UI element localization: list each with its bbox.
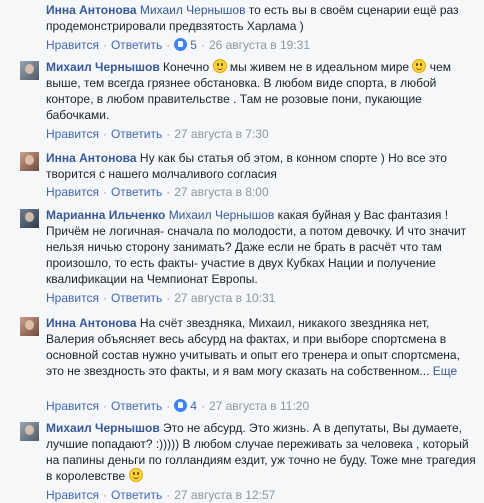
comment-body: Инна Антонова Михаил Чернышов то есть вы… bbox=[46, 2, 476, 34]
timestamp[interactable]: 26 августа в 19:31 bbox=[209, 38, 310, 52]
like-button[interactable]: Нравится bbox=[46, 127, 99, 141]
like-button[interactable]: Нравится bbox=[46, 291, 99, 305]
avatar[interactable] bbox=[20, 61, 39, 80]
smile-emoji-icon bbox=[412, 59, 427, 73]
timestamp[interactable]: 27 августа в 11:20 bbox=[209, 399, 309, 413]
like-count[interactable]: 4 bbox=[174, 399, 197, 413]
mention-link[interactable]: Михаил Чернышов bbox=[169, 208, 275, 222]
timestamp[interactable]: 27 августа в 12:57 bbox=[174, 488, 275, 502]
avatar[interactable] bbox=[20, 317, 39, 336]
comment-author[interactable]: Инна Антонова bbox=[46, 151, 137, 165]
comment-actions: Нравится · Ответить · 5 · 26 августа в 19:31 bbox=[46, 38, 311, 52]
comment-body: Михаил Чернышов Конечно мы живем не в ид… bbox=[46, 59, 476, 123]
avatar[interactable] bbox=[20, 422, 39, 441]
comment-actions: Нравится · Ответить · 27 августа в 12:57 bbox=[46, 488, 276, 502]
comment-body: Инна Антонова На счёт звездняка, Михаил,… bbox=[46, 315, 476, 379]
comment-author[interactable]: Михаил Чернышов bbox=[46, 60, 160, 74]
timestamp[interactable]: 27 августа в 7:30 bbox=[174, 127, 268, 141]
like-button[interactable]: Нравится bbox=[46, 185, 99, 199]
timestamp[interactable]: 27 августа в 10:31 bbox=[174, 291, 275, 305]
comment-body: Михаил Чернышов Это не абсурд. Это жизнь… bbox=[46, 420, 476, 484]
mention-link[interactable]: Михаил Чернышов bbox=[140, 3, 246, 17]
like-button[interactable]: Нравится bbox=[46, 38, 99, 52]
comment-author[interactable]: Инна Антонова bbox=[46, 3, 137, 17]
comment-author[interactable]: Михаил Чернышов bbox=[46, 421, 160, 435]
like-icon bbox=[174, 399, 188, 412]
reply-button[interactable]: Ответить bbox=[111, 38, 162, 52]
like-button[interactable]: Нравится bbox=[46, 399, 99, 413]
like-button[interactable]: Нравится bbox=[46, 488, 99, 502]
reply-button[interactable]: Ответить bbox=[111, 488, 162, 502]
comment-body: Инна Антонова Ну как бы статья об этом, … bbox=[46, 150, 476, 182]
reply-button[interactable]: Ответить bbox=[111, 185, 162, 199]
like-icon bbox=[174, 38, 188, 51]
smile-emoji-icon bbox=[128, 468, 143, 482]
reply-button[interactable]: Ответить bbox=[111, 399, 162, 413]
avatar[interactable] bbox=[20, 152, 39, 171]
comment-text: мы живем не в идеальном мире bbox=[226, 60, 413, 74]
comment-actions: Нравится · Ответить · 4 · 27 августа в 11:20 bbox=[46, 399, 310, 413]
comment-actions: Нравится · Ответить · 27 августа в 7:30 bbox=[46, 127, 269, 141]
reply-button[interactable]: Ответить bbox=[111, 291, 162, 305]
comment-author[interactable]: Марианна Ильченко bbox=[46, 208, 165, 222]
smile-emoji-icon bbox=[212, 59, 227, 73]
timestamp[interactable]: 27 августа в 8:00 bbox=[174, 185, 268, 199]
reply-button[interactable]: Ответить bbox=[111, 127, 162, 141]
comment-author[interactable]: Инна Антонова bbox=[46, 316, 137, 330]
comment-text: Конечно bbox=[159, 60, 213, 74]
avatar[interactable] bbox=[20, 209, 39, 228]
see-more-link[interactable]: Еще bbox=[433, 364, 457, 378]
comment-actions: Нравится · Ответить · 27 августа в 8:00 bbox=[46, 185, 269, 199]
comment-actions: Нравится · Ответить · 27 августа в 10:31 bbox=[46, 291, 276, 305]
like-count[interactable]: 5 bbox=[174, 38, 197, 52]
comment-body: Марианна Ильченко Михаил Чернышов какая … bbox=[46, 207, 476, 287]
